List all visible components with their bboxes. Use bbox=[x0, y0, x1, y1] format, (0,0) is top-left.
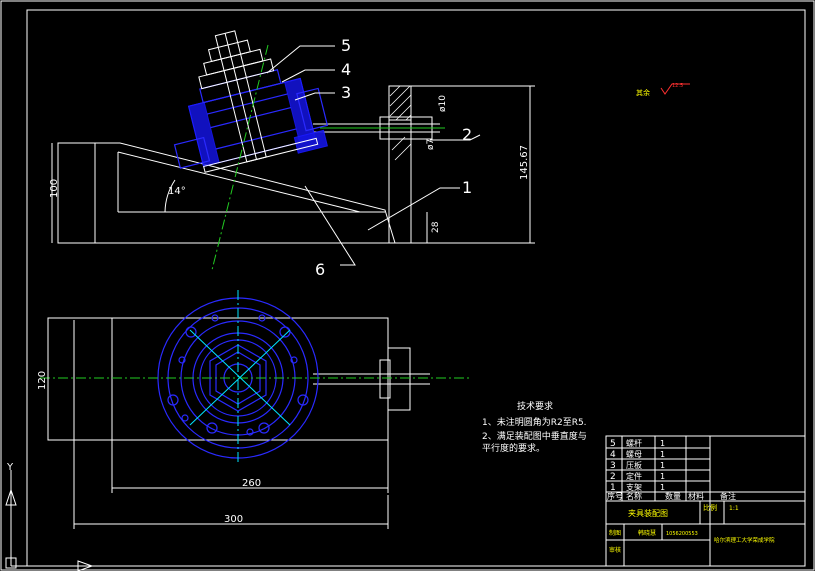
scale-value: 1:1 bbox=[729, 505, 739, 512]
part-number-6: 6 bbox=[315, 260, 325, 279]
dim-120: 120 bbox=[37, 371, 48, 390]
top-view bbox=[40, 290, 470, 529]
bom-row-name: 螺杆 bbox=[626, 438, 642, 448]
reviewer-label: 审核 bbox=[609, 546, 621, 554]
part-number-4: 4 bbox=[341, 60, 351, 79]
dim-145: 145.67 bbox=[519, 145, 530, 180]
inner-frame-border bbox=[26, 9, 806, 567]
dim-angle: 14° bbox=[168, 186, 186, 197]
bom-row-qty: 1 bbox=[660, 450, 665, 459]
bom-row-qty: 1 bbox=[660, 472, 665, 481]
tech-requirements-line3: 平行度的要求。 bbox=[482, 442, 545, 454]
tech-requirements-title: 技术要求 bbox=[517, 400, 553, 412]
bom-header-qty: 数量 bbox=[665, 491, 681, 501]
surface-note-label: 其余 bbox=[636, 88, 650, 97]
bom-row-name: 定件 bbox=[626, 471, 642, 481]
school-name: 哈尔滨理工大学荣成学院 bbox=[714, 536, 775, 544]
designer-name: 韩晓慧 bbox=[638, 529, 656, 537]
tech-requirements-line1: 1、未注明圆角为R2至R5. bbox=[482, 416, 587, 428]
cad-drawing-canvas[interactable]: 5 4 3 2 1 6 ø10 ø7 145.67 100 14° 28 其余 … bbox=[0, 0, 815, 571]
ucs-icon bbox=[5, 470, 94, 571]
bom-row-qty: 1 bbox=[660, 461, 665, 470]
front-view bbox=[51, 30, 535, 271]
bom-header-no: 序号 bbox=[607, 491, 623, 501]
part-number-2: 2 bbox=[462, 125, 472, 144]
part-number-1: 1 bbox=[462, 178, 472, 197]
bom-row-no: 2 bbox=[610, 472, 616, 482]
bom-header-material: 材料 bbox=[688, 491, 704, 501]
dim-d10: ø10 bbox=[438, 95, 448, 112]
bom-row-qty: 1 bbox=[660, 483, 665, 492]
bom-header-remark: 备注 bbox=[720, 491, 736, 501]
bom-row-no: 3 bbox=[610, 461, 616, 471]
bom-row-qty: 1 bbox=[660, 439, 665, 448]
dim-300: 300 bbox=[224, 514, 243, 525]
dim-d7: ø7 bbox=[426, 139, 436, 150]
ucs-y-label: Y bbox=[6, 462, 14, 473]
part-number-3: 3 bbox=[341, 83, 351, 102]
part-number-5: 5 bbox=[341, 36, 351, 55]
student-id: 1056200553 bbox=[666, 531, 698, 537]
bom-header-name: 名称 bbox=[626, 491, 642, 501]
dim-100: 100 bbox=[49, 179, 60, 198]
drawing-name: 夹具装配图 bbox=[628, 508, 668, 518]
bom-row-no: 4 bbox=[610, 450, 616, 460]
surface-note-value: 12.5 bbox=[672, 83, 683, 89]
bom-row-name: 螺母 bbox=[626, 449, 642, 459]
bom-row-no: 5 bbox=[610, 439, 616, 449]
bom-row-name: 支架 bbox=[626, 482, 642, 492]
dim-28: 28 bbox=[431, 221, 441, 233]
scale-label: 比例 bbox=[703, 503, 717, 512]
tech-requirements-line2: 2、满足装配图中垂直度与 bbox=[482, 430, 587, 442]
bom-row-name: 压板 bbox=[626, 460, 642, 470]
designer-label: 制图 bbox=[609, 529, 621, 537]
dim-260: 260 bbox=[242, 478, 261, 489]
